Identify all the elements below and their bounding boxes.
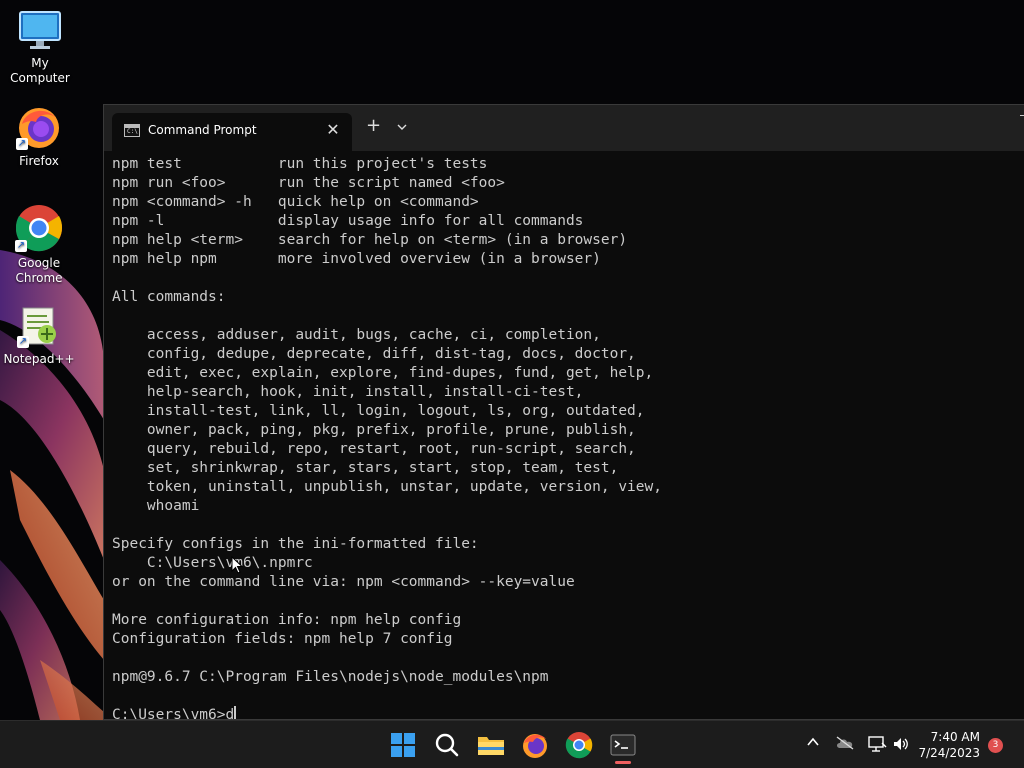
text-cursor: [234, 706, 237, 719]
console-prompt: C:\Users\vm6>: [112, 707, 226, 719]
tab-dropdown-chevron-icon[interactable]: [397, 120, 407, 134]
desktop-icon-firefox[interactable]: ↗ Firefox: [0, 104, 79, 169]
console-output[interactable]: npm test run this project's tests npm run…: [112, 155, 1024, 719]
monitor-icon: [18, 10, 62, 52]
command-prompt-icon: C:\: [124, 124, 140, 137]
notepad-plus-plus-icon: ↗: [17, 304, 61, 348]
desktop-icon-label: Notepad++: [3, 352, 75, 366]
console-line: access, adduser, audit, bugs, cache, ci,…: [112, 327, 601, 343]
desktop-icon-notepad-plus-plus[interactable]: ↗ Notepad++: [0, 304, 79, 367]
desktop-icon-label: Google Chrome: [15, 256, 63, 285]
search-icon: [435, 733, 459, 757]
clock[interactable]: 7:40 AM 7/24/2023: [918, 729, 980, 761]
desktop-icon-label: My Computer: [10, 56, 70, 85]
desktop-icon-my-computer[interactable]: My Computer: [0, 10, 80, 86]
network-icon[interactable]: [867, 735, 887, 756]
tab-command-prompt[interactable]: C:\ Command Prompt ✕: [112, 113, 352, 151]
taskbar: 7:40 AM 7/24/2023 3: [0, 720, 1024, 768]
console-line: token, uninstall, unpublish, unstar, upd…: [112, 479, 662, 495]
start-button[interactable]: [387, 729, 419, 761]
minimize-button[interactable]: [1020, 115, 1024, 116]
firefox-icon: [523, 734, 547, 758]
onedrive-cloud-icon[interactable]: [835, 736, 855, 753]
console-line: npm <command> -h quick help on <command>: [112, 194, 479, 210]
close-tab-icon[interactable]: ✕: [324, 120, 342, 139]
chrome-icon: ↗: [15, 204, 63, 252]
shortcut-arrow-icon: ↗: [15, 240, 27, 252]
console-input[interactable]: d: [226, 707, 235, 719]
console-prompt-line[interactable]: C:\Users\vm6>d: [112, 706, 1024, 719]
firefox-taskbar-button[interactable]: [519, 729, 551, 761]
console-line: npm -l display usage info for all comman…: [112, 213, 584, 229]
firefox-icon: ↗: [16, 104, 62, 150]
notification-badge[interactable]: 3: [988, 738, 1003, 753]
shortcut-arrow-icon: ↗: [16, 138, 28, 150]
clock-date: 7/24/2023: [918, 746, 980, 760]
console-line: npm help <term> search for help on <term…: [112, 232, 628, 248]
console-line: Configuration fields: npm help 7 config: [112, 631, 453, 647]
console-line: npm test run this project's tests: [112, 156, 488, 172]
tab-title: Command Prompt: [148, 123, 257, 137]
console-line: npm@9.6.7 C:\Program Files\nodejs\node_m…: [112, 669, 549, 685]
console-line: help-search, hook, init, install, instal…: [112, 384, 584, 400]
console-line: C:\Users\vm6\.npmrc: [112, 555, 313, 571]
desktop-icon-label: Firefox: [19, 154, 59, 168]
console-line: whoami: [112, 498, 200, 514]
chrome-icon: [565, 732, 593, 759]
console-line: npm help npm more involved overview (in …: [112, 251, 601, 267]
show-hidden-icons-chevron-icon[interactable]: [806, 735, 820, 752]
console-line: All commands:: [112, 289, 226, 305]
search-button[interactable]: [431, 729, 463, 761]
console-line: npm run <foo> run the script named <foo>: [112, 175, 505, 191]
volume-icon[interactable]: [892, 735, 910, 756]
console-line: install-test, link, ll, login, logout, l…: [112, 403, 645, 419]
mouse-pointer-icon: [231, 556, 243, 574]
chrome-taskbar-button[interactable]: [563, 729, 595, 761]
console-line: Specify configs in the ini-formatted fil…: [112, 536, 479, 552]
console-line: query, rebuild, repo, restart, root, run…: [112, 441, 636, 457]
console-line: More configuration info: npm help config: [112, 612, 462, 628]
command-prompt-window[interactable]: C:\ Command Prompt ✕ + npm test run this…: [103, 104, 1024, 720]
console-line: config, dedupe, deprecate, diff, dist-ta…: [112, 346, 636, 362]
windows-logo-icon: [391, 733, 415, 757]
shortcut-arrow-icon: ↗: [17, 336, 29, 348]
console-line: edit, exec, explain, explore, find-dupes…: [112, 365, 654, 381]
terminal-taskbar-button[interactable]: [607, 729, 639, 761]
terminal-icon: [610, 734, 636, 756]
title-bar[interactable]: C:\ Command Prompt ✕ +: [104, 105, 1024, 151]
desktop-icon-google-chrome[interactable]: ↗ Google Chrome: [0, 204, 79, 286]
clock-time: 7:40 AM: [930, 730, 980, 744]
console-line: owner, pack, ping, pkg, prefix, profile,…: [112, 422, 636, 438]
console-line: set, shrinkwrap, star, stars, start, sto…: [112, 460, 619, 476]
folder-icon: [478, 737, 504, 755]
file-explorer-button[interactable]: [475, 729, 507, 761]
active-app-indicator: [615, 761, 631, 764]
console-line: or on the command line via: npm <command…: [112, 574, 575, 590]
new-tab-button[interactable]: +: [366, 117, 381, 135]
